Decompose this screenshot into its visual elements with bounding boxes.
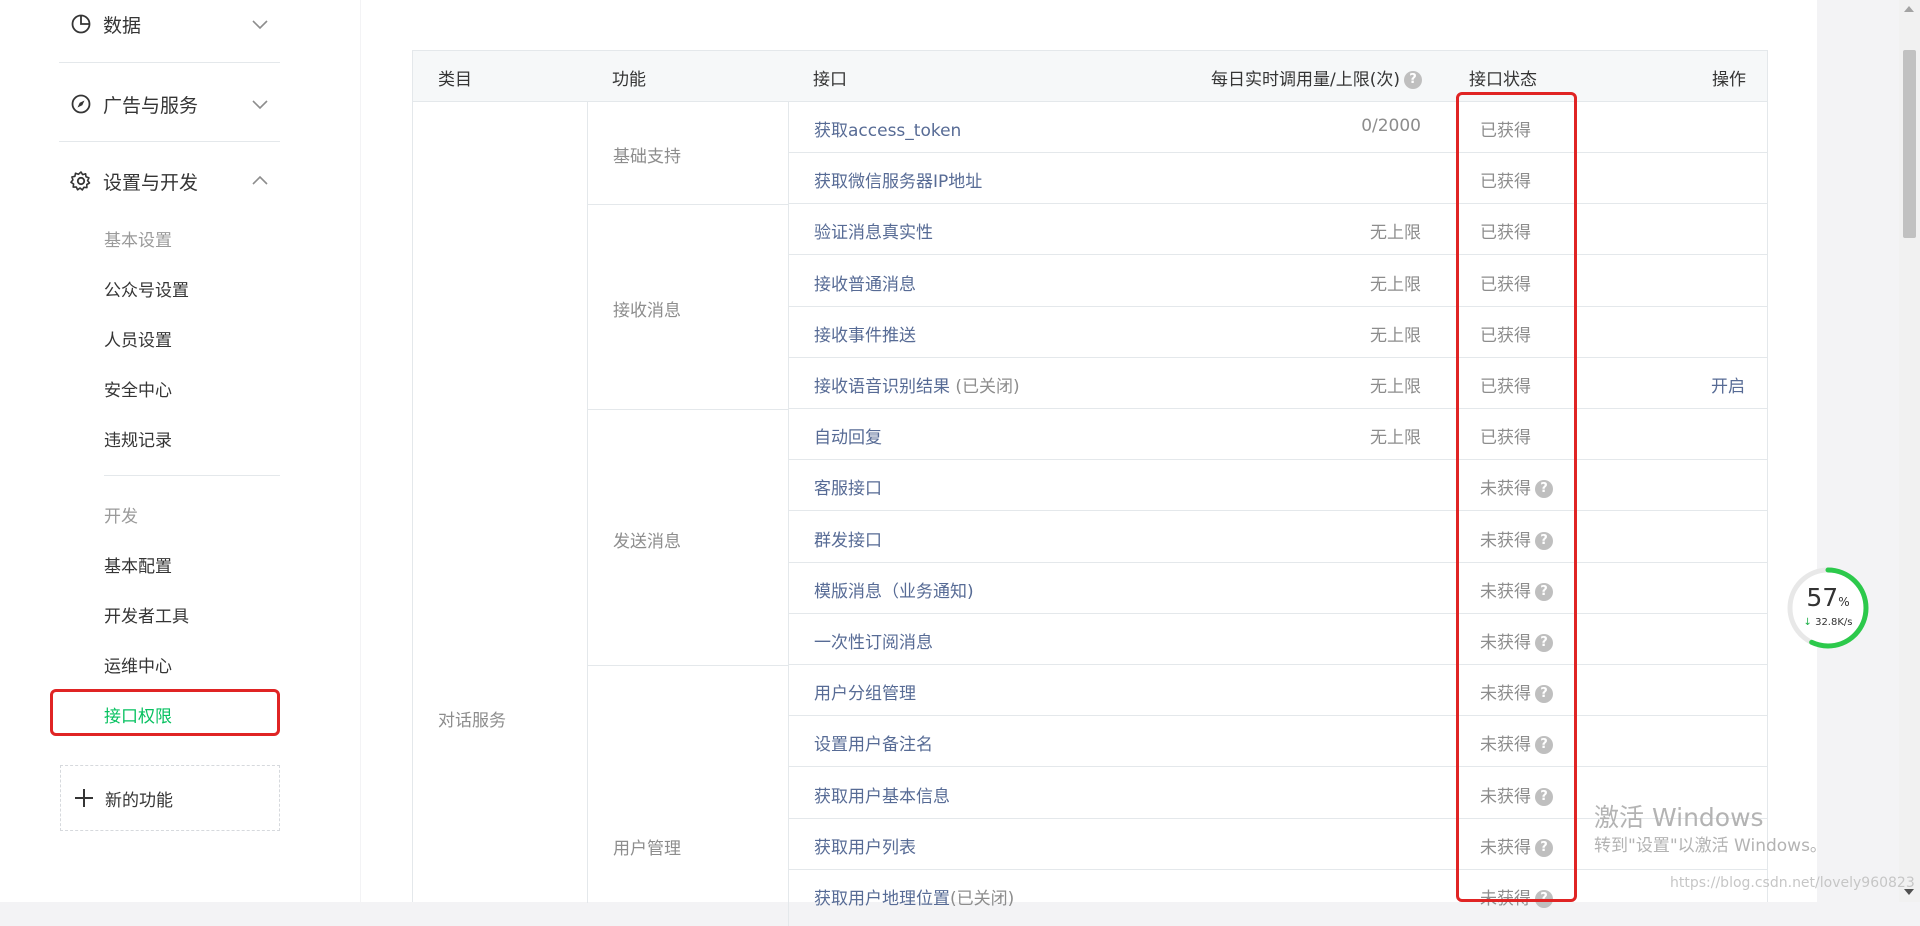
api-note: (已关闭) bbox=[950, 889, 1015, 909]
table-row: 模版消息（业务通知) 未获得? bbox=[789, 563, 1767, 614]
nav-section-label: 设置与开发 bbox=[103, 171, 199, 194]
nav-section-ads[interactable]: 广告与服务 bbox=[59, 78, 280, 130]
table-row: 接收语音识别结果 (已关闭) 无上限 已获得 开启 bbox=[789, 358, 1767, 409]
activation-watermark-subtitle: 转到"设置"以激活 Windows。 bbox=[1594, 836, 1827, 856]
table-row: 用户分组管理 未获得? bbox=[789, 665, 1767, 717]
api-name: 获取access_token bbox=[814, 121, 962, 141]
new-feature-label: 新的功能 bbox=[105, 790, 173, 811]
api-name: 接收语音识别结果 (已关闭) bbox=[814, 377, 1020, 397]
scroll-up-arrow-icon[interactable] bbox=[1904, 6, 1914, 12]
api-name: 一次性订阅消息 bbox=[814, 633, 933, 653]
sidebar-item-basic-settings[interactable]: 基本设置 bbox=[104, 226, 172, 251]
scroll-thumb[interactable] bbox=[1903, 50, 1916, 238]
header-category: 类目 bbox=[438, 70, 472, 90]
quota-value: 无上限 bbox=[1370, 223, 1421, 244]
api-name: 自动回复 bbox=[814, 428, 882, 449]
page-scrollbar[interactable] bbox=[1899, 0, 1920, 902]
sidebar-item-violation-records[interactable]: 违规记录 bbox=[104, 426, 172, 451]
function-label: 基础支持 bbox=[613, 147, 681, 167]
quota-value: 无上限 bbox=[1370, 377, 1421, 397]
new-feature-button[interactable]: 新的功能 bbox=[60, 765, 280, 831]
api-note: (已关闭) bbox=[950, 377, 1020, 397]
divider bbox=[59, 141, 280, 142]
divider bbox=[104, 475, 280, 476]
api-name: 获取用户地理位置(已关闭) bbox=[814, 889, 1015, 909]
api-name: 获取微信服务器IP地址 bbox=[814, 172, 983, 193]
function-cell: 发送消息 bbox=[588, 410, 789, 666]
download-arrow-icon: ↓ bbox=[1803, 617, 1812, 628]
header-action: 操作 bbox=[1712, 70, 1746, 90]
api-name: 群发接口 bbox=[814, 530, 882, 551]
sidebar-item-account-settings[interactable]: 公众号设置 bbox=[104, 276, 189, 301]
function-label: 接收消息 bbox=[613, 301, 681, 321]
quota-value: 无上限 bbox=[1370, 274, 1421, 295]
table-row: 群发接口 未获得? bbox=[789, 512, 1767, 563]
quota-value: 无上限 bbox=[1370, 428, 1421, 449]
blog-watermark-url: https://blog.csdn.net/lovely960823 bbox=[1670, 875, 1915, 891]
api-name: 获取用户列表 bbox=[814, 837, 916, 858]
api-name: 获取用户基本信息 bbox=[814, 786, 950, 807]
gauge-speed: ↓ 32.8K/s bbox=[1803, 617, 1853, 628]
table-row: 自动回复 无上限 已获得 bbox=[789, 409, 1767, 461]
table-row: 接收事件推送 无上限 已获得 bbox=[789, 307, 1767, 358]
enable-link[interactable]: 开启 bbox=[1711, 372, 1745, 397]
chevron-down-icon bbox=[250, 14, 270, 34]
header-quota-wrap: 每日实时调用量/上限(次)? bbox=[1211, 65, 1422, 90]
sidebar-item-dev-tools[interactable]: 开发者工具 bbox=[104, 602, 189, 627]
table-row: 获取微信服务器IP地址 已获得 bbox=[789, 153, 1767, 205]
nav-section-label: 数据 bbox=[103, 14, 142, 37]
chevron-up-icon bbox=[250, 171, 270, 191]
sidebar: 数据 广告与服务 设置与开发 基本设置 公众号设置 人员设置 安全中心 违规记录… bbox=[0, 0, 360, 902]
table-row: 客服接口 未获得? bbox=[789, 460, 1767, 512]
compass-icon bbox=[69, 92, 93, 116]
function-cell: 基础支持 bbox=[588, 102, 789, 205]
sidebar-item-staff-settings[interactable]: 人员设置 bbox=[104, 326, 172, 351]
header-function: 功能 bbox=[612, 70, 646, 90]
table-row: 一次性订阅消息 未获得? bbox=[789, 614, 1767, 665]
api-name: 接收普通消息 bbox=[814, 274, 916, 295]
table-row: 获取用户地理位置(已关闭) 未获得? bbox=[789, 870, 1767, 921]
nav-section-label: 广告与服务 bbox=[103, 94, 199, 117]
activation-watermark-title: 激活 Windows bbox=[1594, 803, 1764, 832]
highlight-box bbox=[50, 689, 280, 736]
sidebar-item-basic-config[interactable]: 基本配置 bbox=[104, 552, 172, 577]
sidebar-group-dev: 开发 bbox=[104, 507, 138, 527]
sidebar-item-security-center[interactable]: 安全中心 bbox=[104, 376, 172, 401]
api-name: 客服接口 bbox=[814, 479, 882, 500]
table-row: 设置用户备注名 未获得? bbox=[789, 716, 1767, 768]
network-speed-gauge[interactable]: 57% ↓ 32.8K/s bbox=[1786, 566, 1870, 650]
header-status: 接口状态 bbox=[1469, 70, 1537, 90]
function-label: 发送消息 bbox=[613, 532, 681, 552]
gear-icon bbox=[69, 169, 93, 193]
status-column-highlight bbox=[1456, 92, 1577, 902]
chevron-down-icon bbox=[250, 94, 270, 114]
table-row: 验证消息真实性 无上限 已获得 bbox=[789, 204, 1767, 256]
function-label: 用户管理 bbox=[613, 839, 681, 859]
nav-section-data[interactable]: 数据 bbox=[59, 0, 280, 50]
plus-icon bbox=[73, 787, 95, 809]
table-row: 接收普通消息 无上限 已获得 bbox=[789, 256, 1767, 307]
table-row: 获取access_token 0/2000 已获得 bbox=[789, 102, 1767, 153]
nav-section-settings[interactable]: 设置与开发 bbox=[59, 155, 280, 207]
quota-value: 0/2000 bbox=[1361, 116, 1421, 136]
category-label: 对话服务 bbox=[438, 711, 506, 731]
header-api: 接口 bbox=[813, 70, 847, 90]
quota-value: 无上限 bbox=[1370, 325, 1421, 346]
header-quota: 每日实时调用量/上限(次) bbox=[1211, 70, 1400, 90]
function-cell: 接收消息 bbox=[588, 205, 789, 410]
pie-chart-icon bbox=[69, 12, 93, 36]
api-name: 模版消息（业务通知) bbox=[814, 581, 974, 602]
sidebar-item-ops-center[interactable]: 运维中心 bbox=[104, 652, 172, 677]
api-name: 验证消息真实性 bbox=[814, 223, 933, 244]
category-cell: 对话服务 bbox=[413, 102, 588, 903]
help-icon[interactable]: ? bbox=[1404, 71, 1422, 89]
api-name: 设置用户备注名 bbox=[814, 735, 933, 756]
api-name: 用户分组管理 bbox=[814, 684, 916, 705]
divider bbox=[59, 62, 280, 63]
api-name: 接收事件推送 bbox=[814, 325, 916, 346]
gauge-percent: 57% bbox=[1806, 583, 1850, 612]
function-cell: 用户管理 bbox=[588, 666, 789, 926]
